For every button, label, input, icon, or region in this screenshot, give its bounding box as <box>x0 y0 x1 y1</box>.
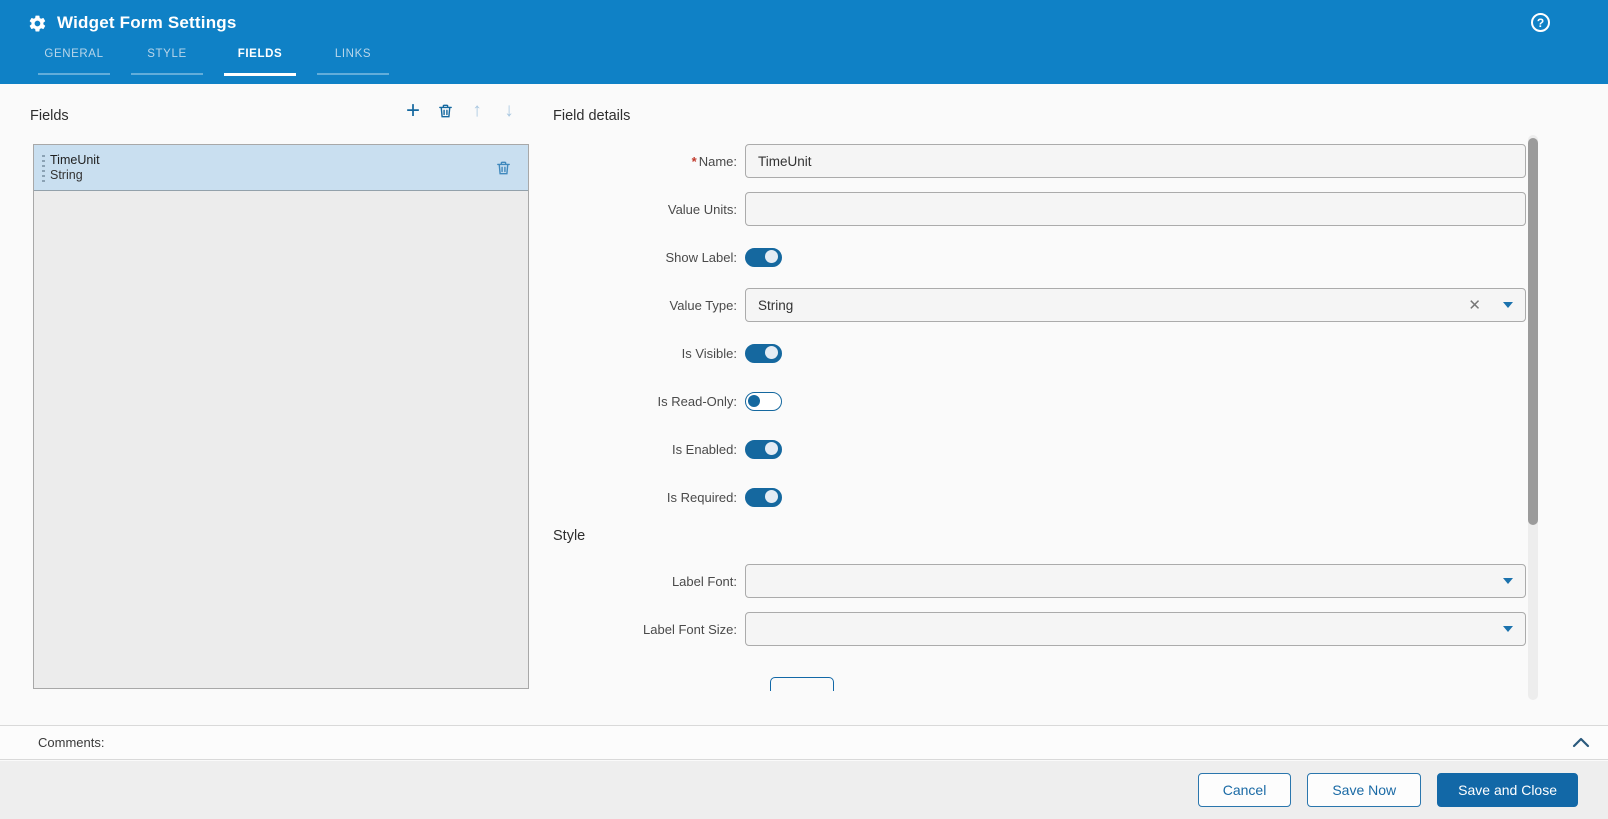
required-asterisk: * <box>692 154 697 169</box>
value-type-label: Value Type: <box>553 298 745 313</box>
tab-general[interactable]: GENERAL <box>38 45 110 84</box>
value-units-input[interactable] <box>745 192 1526 226</box>
name-label: *Name: <box>553 154 745 169</box>
is-enabled-label: Is Enabled: <box>553 442 745 457</box>
dialog-header: Widget Form Settings ? GENERAL STYLE FIE… <box>0 0 1608 84</box>
is-required-row: Is Required: <box>553 480 1526 514</box>
tab-links[interactable]: LINKS <box>317 45 389 84</box>
list-item[interactable]: TimeUnit String <box>34 145 528 191</box>
value-type-value: String <box>758 298 1468 313</box>
arrow-down-icon: ↓ <box>504 101 514 121</box>
scrollbar-thumb[interactable] <box>1528 138 1538 525</box>
toggle-knob <box>765 250 778 263</box>
label-font-size-row: Label Font Size: <box>553 612 1526 646</box>
save-now-button[interactable]: Save Now <box>1307 773 1421 807</box>
delete-field-button[interactable] <box>434 99 456 123</box>
value-type-select[interactable]: String ✕ <box>745 288 1526 322</box>
field-details-panel: Field details *Name: Value Units: Show L… <box>553 100 1526 691</box>
clipped-control[interactable] <box>770 677 834 691</box>
label-font-row: Label Font: <box>553 564 1526 598</box>
is-enabled-toggle[interactable] <box>745 440 782 459</box>
chevron-up-icon[interactable] <box>1572 736 1590 748</box>
is-read-only-row: Is Read-Only: <box>553 384 1526 418</box>
gear-icon <box>28 14 47 33</box>
chevron-down-icon[interactable] <box>1503 626 1513 632</box>
move-up-button[interactable]: ↑ <box>466 99 488 123</box>
tab-bar: GENERAL STYLE FIELDS LINKS <box>38 45 389 84</box>
label-font-size-select[interactable] <box>745 612 1526 646</box>
is-visible-label: Is Visible: <box>553 346 745 361</box>
label-font-select[interactable] <box>745 564 1526 598</box>
name-input[interactable] <box>745 144 1526 178</box>
trash-icon <box>437 102 454 120</box>
cancel-button[interactable]: Cancel <box>1198 773 1292 807</box>
chevron-down-icon[interactable] <box>1503 578 1513 584</box>
list-item-text: TimeUnit String <box>50 153 100 183</box>
drag-handle-icon[interactable] <box>42 155 45 182</box>
is-required-toggle[interactable] <box>745 488 782 507</box>
plus-icon: + <box>406 100 420 122</box>
chevron-down-icon[interactable] <box>1503 302 1513 308</box>
toggle-knob <box>765 442 778 455</box>
toggle-knob <box>765 346 778 359</box>
trash-icon[interactable] <box>495 159 512 177</box>
is-visible-toggle[interactable] <box>745 344 782 363</box>
move-down-button[interactable]: ↓ <box>498 99 520 123</box>
is-visible-row: Is Visible: <box>553 336 1526 370</box>
clear-icon[interactable]: ✕ <box>1468 298 1481 313</box>
titlebar: Widget Form Settings <box>28 13 237 33</box>
footer-bar: Cancel Save Now Save and Close <box>0 761 1608 819</box>
is-read-only-label: Is Read-Only: <box>553 394 745 409</box>
comments-bar: Comments: <box>0 725 1608 760</box>
tab-style[interactable]: STYLE <box>131 45 203 84</box>
style-section-title: Style <box>553 528 1526 546</box>
show-label-toggle[interactable] <box>745 248 782 267</box>
fields-toolbar: + ↑ ↓ <box>402 99 520 123</box>
comments-label: Comments: <box>38 735 104 750</box>
toggle-knob <box>765 490 778 503</box>
help-icon[interactable]: ? <box>1531 13 1550 32</box>
name-row: *Name: <box>553 144 1526 178</box>
arrow-up-icon: ↑ <box>472 101 482 121</box>
is-required-label: Is Required: <box>553 490 745 505</box>
value-type-row: Value Type: String ✕ <box>553 288 1526 322</box>
field-details-title: Field details <box>553 108 1526 124</box>
label-font-size-label: Label Font Size: <box>553 622 745 637</box>
show-label-label: Show Label: <box>553 250 745 265</box>
value-units-label: Value Units: <box>553 202 745 217</box>
add-field-button[interactable]: + <box>402 99 424 123</box>
fields-panel-title: Fields <box>30 108 69 124</box>
show-label-row: Show Label: <box>553 240 1526 274</box>
field-type: String <box>50 168 100 183</box>
save-and-close-button[interactable]: Save and Close <box>1437 773 1578 807</box>
value-units-row: Value Units: <box>553 192 1526 226</box>
fields-list: TimeUnit String <box>33 144 529 689</box>
is-enabled-row: Is Enabled: <box>553 432 1526 466</box>
toggle-knob <box>748 395 760 407</box>
tab-fields[interactable]: FIELDS <box>224 45 296 84</box>
field-name: TimeUnit <box>50 153 100 168</box>
is-read-only-toggle[interactable] <box>745 392 782 411</box>
label-font-label: Label Font: <box>553 574 745 589</box>
dialog-title: Widget Form Settings <box>57 13 237 33</box>
